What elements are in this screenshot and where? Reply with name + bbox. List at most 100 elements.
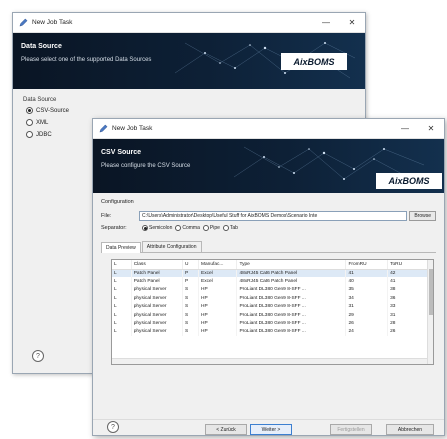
table-cell: physical Server: [131, 302, 183, 311]
aixboms-logo: AixBOMS: [376, 173, 442, 189]
pencil-icon: [19, 18, 28, 27]
table-cell: P: [182, 277, 200, 286]
table-cell: L: [112, 310, 132, 320]
table-cell: S: [182, 294, 200, 303]
table-cell: Excel: [198, 269, 238, 278]
table-cell: 33: [387, 302, 433, 311]
close-button[interactable]: ✕: [418, 119, 444, 139]
minimize-button[interactable]: —: [313, 13, 339, 33]
file-row: File: C:\Users\Administrator\Desktop\Use…: [101, 211, 436, 221]
data-source-label: Data Source: [23, 97, 57, 103]
table-cell: Excel: [198, 277, 238, 286]
radio-icon[interactable]: [26, 131, 33, 138]
table-cell: 40: [345, 277, 389, 286]
table-cell: S: [182, 319, 200, 328]
banner: Data Source Please select one of the sup…: [13, 33, 365, 89]
window-title: New Job Task: [32, 19, 73, 26]
table-row[interactable]: L Patch Panel P Excel 48xRJ45 Cat6 Patch Pan…: [112, 277, 433, 286]
table-cell: Patch Panel: [131, 277, 183, 286]
radio-comma[interactable]: [175, 225, 182, 231]
cancel-button[interactable]: Abbrechen: [386, 424, 434, 435]
column-header[interactable]: Class: [131, 260, 183, 270]
table-cell: 34: [345, 294, 389, 303]
radio-csv-source[interactable]: CSV-Source: [26, 107, 355, 114]
table-cell: L: [112, 302, 132, 311]
tab-attribute-configuration[interactable]: Attribute Configuration: [141, 241, 202, 252]
radio-semicolon[interactable]: [142, 225, 148, 231]
column-header[interactable]: L: [112, 260, 132, 270]
finish-button[interactable]: Fertigstellen: [330, 424, 372, 435]
next-button[interactable]: Weiter >: [250, 424, 292, 435]
window-title: New Job Task: [112, 125, 153, 132]
back-button[interactable]: < Zurück: [205, 424, 247, 435]
table-row[interactable]: Lphysical Server S HP ProLiant DL380 Gen9 8…: [112, 294, 433, 303]
table-cell: 48xRJ45 Cat6 Patch Panel: [236, 277, 347, 286]
radio-tab[interactable]: [222, 225, 229, 231]
table-cell: S: [182, 302, 200, 311]
table-cell: 36: [387, 294, 433, 303]
table-cell: 31: [345, 302, 389, 311]
table-cell: HP: [198, 319, 238, 328]
horizontal-scrollbar[interactable]: [112, 358, 427, 364]
banner-subtitle: Please select one of the supported Data …: [21, 57, 152, 63]
radio-label: JDBC: [36, 131, 52, 138]
banner-subtitle: Please configure the CSV Source: [101, 163, 191, 169]
column-header[interactable]: U: [182, 260, 200, 270]
table-cell: L: [112, 285, 132, 295]
column-header[interactable]: FromRU: [345, 260, 389, 270]
radio-pipe[interactable]: [202, 225, 209, 231]
file-label: File:: [101, 213, 112, 219]
csv-config-body: Configuration File: C:\Users\Administrat…: [93, 193, 444, 371]
table-cell: physical Server: [131, 310, 183, 320]
column-header[interactable]: Type: [236, 260, 347, 270]
table-cell: L: [112, 327, 132, 337]
tab-data-preview[interactable]: Data Preview: [101, 242, 141, 253]
table-cell: S: [182, 310, 200, 320]
table-row[interactable]: L Patch Panel P Excel 48xRJ45 Cat6 Patch Pan…: [112, 269, 433, 278]
vertical-scrollbar[interactable]: [427, 260, 433, 364]
radio-icon[interactable]: [26, 107, 33, 114]
table-cell: 42: [387, 269, 433, 278]
column-header[interactable]: Manufac...: [198, 260, 238, 270]
table-cell: physical Server: [131, 327, 183, 337]
table-row[interactable]: Lphysical Server S HP ProLiant DL380 Gen9 8…: [112, 319, 433, 328]
table-cell: 26: [345, 319, 389, 328]
table-row[interactable]: Lphysical Server S HP ProLiant DL380 Gen9 8…: [112, 327, 433, 337]
radio-icon[interactable]: [26, 119, 33, 126]
table-cell: L: [112, 294, 132, 303]
table-row[interactable]: Lphysical Server S HP ProLiant DL380 Gen9 8…: [112, 310, 433, 320]
configuration-label: Configuration: [101, 199, 134, 205]
table-row[interactable]: Lphysical Server S HP ProLiant DL380 Gen9 8…: [112, 302, 433, 311]
table-cell: HP: [198, 310, 238, 320]
banner: CSV Source Please configure the CSV Sour…: [93, 139, 444, 193]
table-cell: ProLiant DL380 Gen9 8-SFF ...: [236, 294, 347, 303]
table-cell: 41: [345, 269, 389, 278]
column-header[interactable]: ToRU: [387, 260, 433, 270]
csv-source-window: New Job Task — ✕ CSV Source Please confi…: [92, 118, 445, 436]
table-cell: S: [182, 327, 200, 337]
table-row[interactable]: Lphysical Server S HP ProLiant DL380 Gen9 8…: [112, 285, 433, 295]
data-preview-table: L Class U Manufac... Type FromRU ToRU LP…: [111, 259, 434, 365]
browse-button[interactable]: Browse: [409, 211, 436, 221]
table-cell: ProLiant DL380 Gen9 8-SFF ...: [236, 319, 347, 328]
scroll-thumb[interactable]: [429, 269, 433, 315]
table-cell: HP: [198, 294, 238, 303]
banner-title: CSV Source: [101, 149, 142, 156]
separator-row: Separator: Semicolon Comma Pipe Tab: [101, 225, 436, 231]
table-cell: L: [112, 319, 132, 328]
radio-label: Pipe: [209, 225, 220, 231]
table-cell: 29: [345, 310, 389, 320]
file-path-input[interactable]: C:\Users\Administrator\Desktop\Useful St…: [139, 211, 408, 221]
help-button[interactable]: ?: [32, 350, 44, 362]
radio-label: Comma: [182, 225, 200, 231]
help-button[interactable]: ?: [107, 421, 119, 433]
table-cell: physical Server: [131, 319, 183, 328]
minimize-button[interactable]: —: [392, 119, 418, 139]
table-cell: ProLiant DL380 Gen9 8-SFF ...: [236, 302, 347, 311]
table-cell: ProLiant DL380 Gen9 8-SFF ...: [236, 327, 347, 337]
radio-label: Semicolon: [149, 225, 173, 231]
close-button[interactable]: ✕: [339, 13, 365, 33]
title-bar: New Job Task — ✕: [13, 13, 365, 33]
radio-label: XML: [36, 119, 49, 126]
tab-bar: Data Preview Attribute Configuration: [101, 241, 436, 253]
